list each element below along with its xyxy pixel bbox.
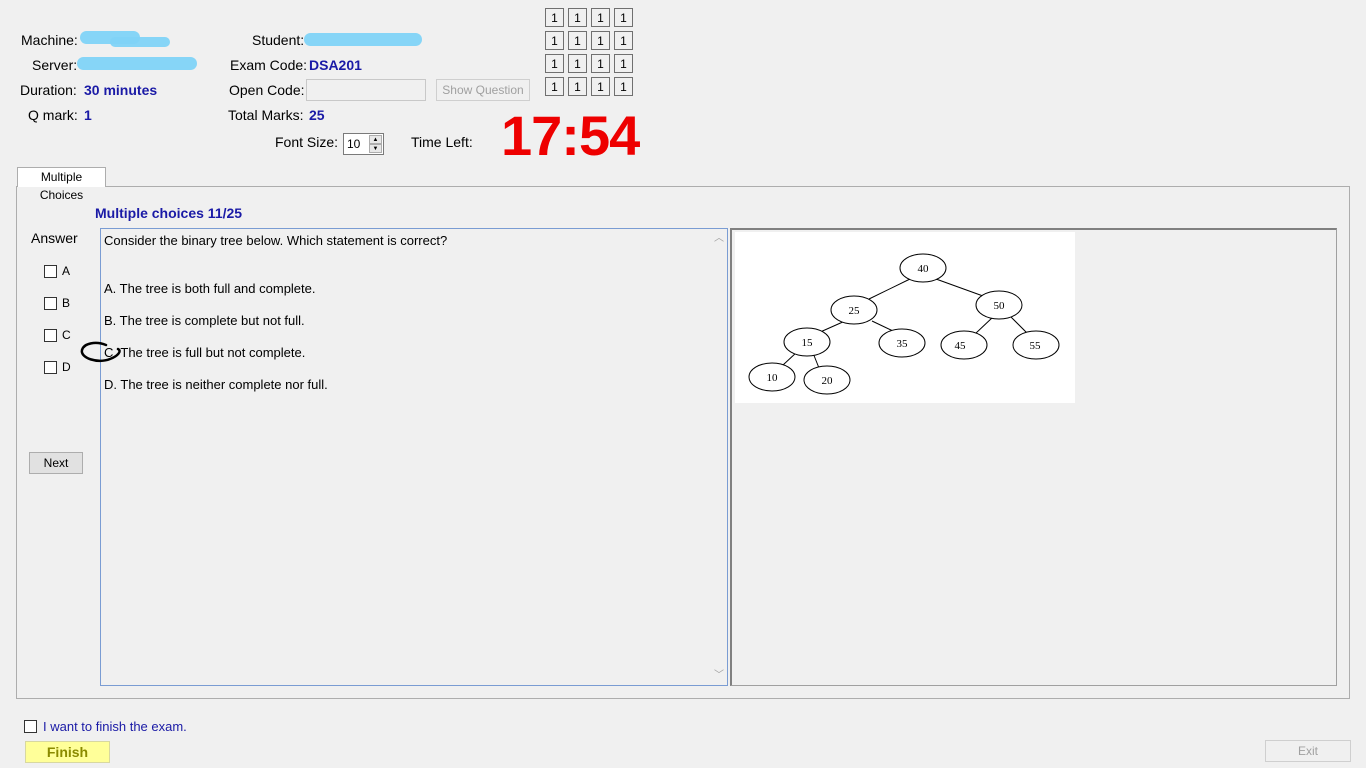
question-nav-button[interactable]: 1 <box>614 77 633 96</box>
question-nav-button[interactable]: 1 <box>614 54 633 73</box>
machine-label: Machine: <box>21 32 78 48</box>
question-nav-button[interactable]: 1 <box>614 8 633 27</box>
question-nav-button[interactable]: 1 <box>568 31 587 50</box>
binary-tree-image: 40 25 50 15 35 45 55 10 20 <box>735 232 1075 403</box>
question-nav-button[interactable]: 1 <box>545 77 564 96</box>
duration-label: Duration: <box>20 82 77 98</box>
tree-node: 35 <box>878 328 926 358</box>
answer-checkbox-c-label: C <box>62 328 71 342</box>
question-nav-button[interactable]: 1 <box>545 31 564 50</box>
scroll-up-icon[interactable]: ︿ <box>713 233 725 245</box>
question-image-panel: 40 25 50 15 35 45 55 10 20 <box>730 228 1337 686</box>
tree-node: 25 <box>830 295 878 325</box>
finish-button[interactable]: Finish <box>25 741 110 763</box>
font-size-value: 10 <box>347 137 361 151</box>
answer-label: Answer <box>31 230 78 246</box>
tree-node-label: 45 <box>955 340 967 352</box>
qmark-label: Q mark: <box>28 107 78 123</box>
show-question-button[interactable]: Show Question <box>436 79 530 101</box>
server-value-redacted <box>77 57 197 70</box>
question-nav-button[interactable]: 1 <box>591 54 610 73</box>
question-nav-button[interactable]: 1 <box>545 54 564 73</box>
open-code-label: Open Code: <box>229 82 305 98</box>
qmark-value: 1 <box>84 107 92 123</box>
tree-node-label: 10 <box>767 372 779 384</box>
stepper-up-icon[interactable]: ▲ <box>369 135 382 144</box>
open-code-input[interactable] <box>306 79 426 101</box>
student-label: Student: <box>252 32 305 48</box>
tree-node-label: 35 <box>897 338 909 350</box>
question-heading: Multiple choices 11/25 <box>95 205 243 221</box>
time-left-value: 17:54 <box>501 104 640 167</box>
tab-multiple-choices[interactable]: Multiple Choices <box>17 167 106 202</box>
time-left-label: Time Left: <box>411 134 473 150</box>
stepper-down-icon[interactable]: ▼ <box>369 144 382 153</box>
finish-exam-checkbox[interactable] <box>24 720 37 733</box>
question-nav-button[interactable]: 1 <box>545 8 564 27</box>
font-size-stepper[interactable]: 10 ▲ ▼ <box>343 133 384 155</box>
answer-checkbox-d-label: D <box>62 360 71 374</box>
tree-node-label: 25 <box>849 305 861 317</box>
finish-exam-checkbox-label: I want to finish the exam. <box>43 719 187 734</box>
font-size-label: Font Size: <box>275 134 339 150</box>
question-text-box[interactable]: Consider the binary tree below. Which st… <box>100 228 728 686</box>
tree-node: 55 <box>1012 330 1060 360</box>
tree-node-label: 20 <box>822 375 834 387</box>
answer-checkbox-b[interactable] <box>44 297 57 310</box>
pen-annotation-mark <box>80 341 121 363</box>
exit-button[interactable]: Exit <box>1265 740 1351 762</box>
question-nav-button[interactable]: 1 <box>568 77 587 96</box>
answer-checkbox-b-label: B <box>62 296 71 310</box>
tree-node: 20 <box>803 365 851 395</box>
total-marks-value: 25 <box>309 107 325 123</box>
scroll-down-icon[interactable]: ﹀ <box>713 670 725 682</box>
machine-value-redacted-2 <box>110 37 170 47</box>
question-nav-button[interactable]: 1 <box>614 31 633 50</box>
option-d-text: D. The tree is neither complete nor full… <box>104 377 328 392</box>
option-a-text: A. The tree is both full and complete. <box>104 281 316 296</box>
tree-node-label: 40 <box>918 263 930 275</box>
tree-node-label: 15 <box>802 337 814 349</box>
answer-checkbox-a-label: A <box>62 264 71 278</box>
tree-node-label: 55 <box>1030 340 1042 352</box>
student-value-redacted <box>304 33 422 46</box>
answer-checkbox-c[interactable] <box>44 329 57 342</box>
question-nav-button[interactable]: 1 <box>591 77 610 96</box>
question-text: Consider the binary tree below. Which st… <box>104 233 448 248</box>
tree-node: 10 <box>748 362 796 392</box>
exam-code-value: DSA201 <box>309 57 362 73</box>
tree-nodes: 40 25 50 15 35 45 55 10 20 <box>748 253 1060 395</box>
tree-node: 40 <box>899 253 947 283</box>
duration-value: 30 minutes <box>84 82 158 98</box>
tree-node: 45 <box>940 330 988 360</box>
question-nav-button[interactable]: 1 <box>591 31 610 50</box>
question-nav-button[interactable]: 1 <box>591 8 610 27</box>
tree-node: 50 <box>975 290 1023 320</box>
question-nav-button[interactable]: 1 <box>568 54 587 73</box>
server-label: Server: <box>32 57 78 73</box>
answer-checkbox-d[interactable] <box>44 361 57 374</box>
option-b-text: B. The tree is complete but not full. <box>104 313 305 328</box>
exam-code-label: Exam Code: <box>230 57 308 73</box>
answer-checkbox-a[interactable] <box>44 265 57 278</box>
binary-tree-diagram: 40 25 50 15 35 45 55 10 20 <box>748 253 1060 395</box>
total-marks-label: Total Marks: <box>228 107 304 123</box>
next-button[interactable]: Next <box>29 452 83 474</box>
tree-node: 15 <box>783 327 831 357</box>
option-c-text: C. The tree is full but not complete. <box>104 345 306 360</box>
question-nav-button[interactable]: 1 <box>568 8 587 27</box>
tree-node-label: 50 <box>994 300 1006 312</box>
